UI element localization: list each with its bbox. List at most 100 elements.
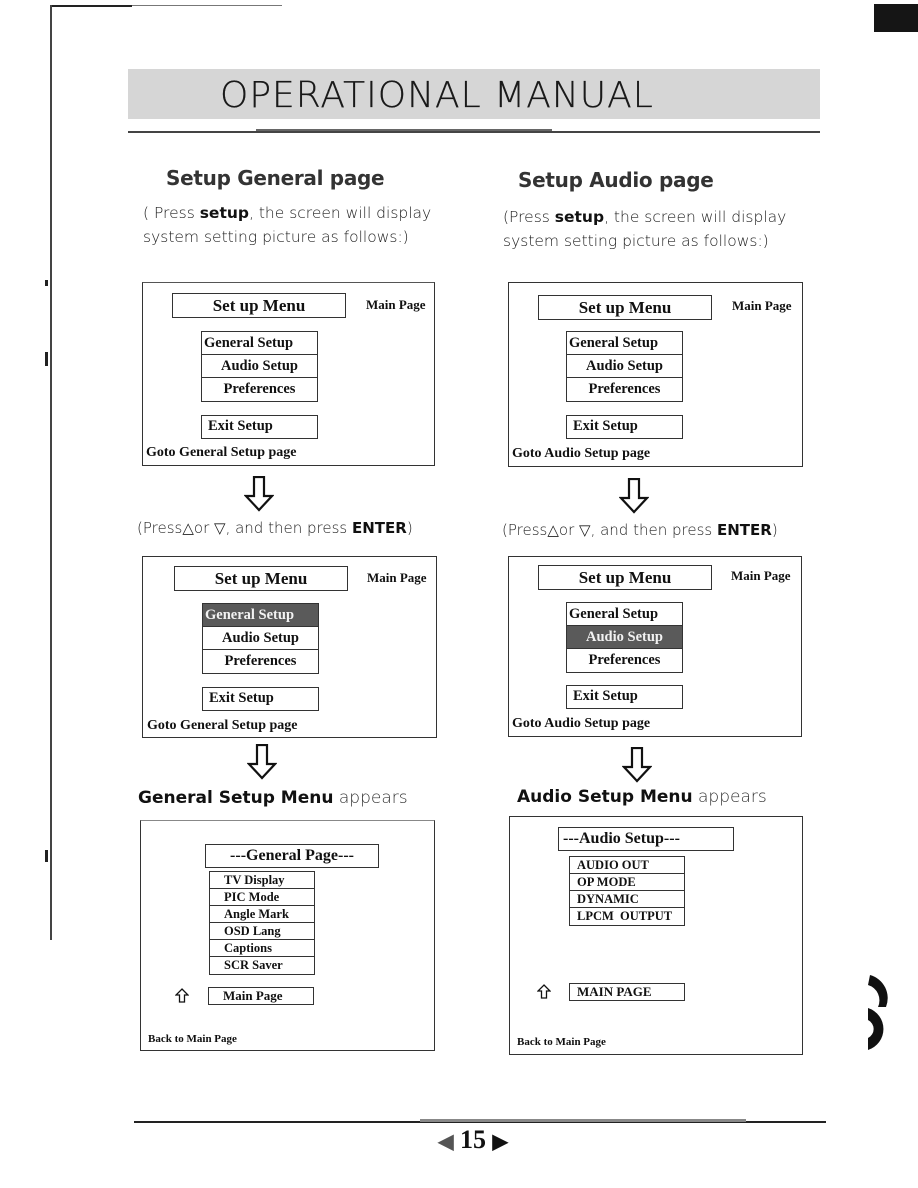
goto-status-label: Goto General Setup page — [146, 445, 297, 460]
main-page-button[interactable]: MAIN PAGE — [569, 983, 685, 1001]
main-page-label: Main Page — [366, 297, 426, 312]
up-arrow-icon — [175, 988, 189, 1003]
setup-menu-title: Set up Menu — [538, 565, 712, 590]
binding-mark — [45, 850, 48, 862]
main-page-label: Main Page — [732, 298, 792, 313]
audio-item-audio-out[interactable]: AUDIO OUT — [570, 857, 684, 874]
up-triangle-icon: △ — [182, 519, 194, 537]
audio-item-lpcm-output[interactable]: LPCM OUTPUT — [570, 908, 684, 925]
main-page-label: Main Page — [367, 570, 427, 585]
audio-item-op-mode[interactable]: OP MODE — [570, 874, 684, 891]
down-triangle-icon: ▽ — [214, 519, 226, 537]
main-page-button[interactable]: Main Page — [208, 987, 314, 1005]
desc-line2: system setting picture as follows:) — [143, 228, 409, 246]
menu-item-audio-setup-selected[interactable]: Audio Setup — [567, 626, 682, 649]
menu-item-preferences[interactable]: Preferences — [203, 650, 318, 673]
general-item-scr-saver[interactable]: SCR Saver — [210, 957, 314, 974]
menu-item-general-setup[interactable]: General Setup — [567, 332, 682, 355]
down-arrow-icon — [619, 478, 649, 514]
appears-word: appears — [692, 787, 767, 807]
prev-page-icon[interactable]: ◀ — [438, 1131, 453, 1153]
left-section-description: ( Press setup, the screen will display s… — [143, 201, 463, 249]
press-close: ) — [771, 521, 778, 539]
main-page-label: Main Page — [731, 568, 791, 583]
press-or: or — [558, 521, 580, 539]
down-arrow-icon — [247, 744, 277, 780]
menu-item-audio-setup[interactable]: Audio Setup — [567, 355, 682, 378]
menu-item-preferences[interactable]: Preferences — [202, 378, 317, 401]
header-rule — [128, 131, 820, 133]
general-item-captions[interactable]: Captions — [210, 940, 314, 957]
setup-menu-list: General Setup Audio Setup Preferences — [202, 603, 319, 674]
goto-status-label: Goto Audio Setup page — [512, 446, 651, 461]
appears-word: appears — [333, 788, 408, 808]
exit-setup-button[interactable]: Exit Setup — [566, 415, 683, 439]
setup-menu-title: Set up Menu — [174, 566, 348, 591]
general-item-angle-mark[interactable]: Angle Mark — [210, 906, 314, 923]
down-triangle-icon: ▽ — [579, 521, 591, 539]
main-page-button-label: MAIN PAGE — [577, 984, 652, 999]
press-close: ) — [406, 519, 413, 537]
up-arrow-icon — [537, 984, 551, 999]
exit-setup-button[interactable]: Exit Setup — [566, 685, 683, 709]
appears-menu-name: General Setup Menu — [138, 788, 334, 808]
page-title: OPERATIONAL MANUAL — [220, 75, 654, 116]
left-osd-screen-1: Set up Menu Main Page General Setup Audi… — [142, 282, 435, 466]
right-appears-caption: Audio Setup Menu appears — [517, 787, 767, 807]
menu-item-preferences[interactable]: Preferences — [567, 649, 682, 672]
audio-item-dynamic[interactable]: DYNAMIC — [570, 891, 684, 908]
back-to-main-label: Back to Main Page — [148, 1033, 237, 1045]
setup-menu-list: General Setup Audio Setup Preferences — [566, 331, 683, 402]
right-osd-screen-3: ---Audio Setup--- AUDIO OUT OP MODE DYNA… — [509, 816, 803, 1055]
audio-setup-title: ---Audio Setup--- — [558, 827, 734, 851]
general-item-pic-mode[interactable]: PIC Mode — [210, 889, 314, 906]
desc-prefix: (Press — [503, 208, 555, 226]
down-arrow-icon — [244, 476, 274, 512]
right-press-instruction: (Press△or ▽, and then press ENTER) — [502, 521, 778, 539]
edge-section-mark — [868, 1008, 884, 1050]
up-triangle-icon: △ — [547, 521, 559, 539]
enter-key-label: ENTER — [716, 521, 772, 539]
goto-status-label: Goto Audio Setup page — [512, 716, 651, 731]
down-arrow-icon — [622, 747, 652, 783]
general-page-list: TV Display PIC Mode Angle Mark OSD Lang … — [209, 871, 315, 975]
press-mid: , and then press — [590, 521, 717, 539]
menu-item-general-setup[interactable]: General Setup — [202, 332, 317, 355]
desc-key: setup — [199, 204, 249, 222]
right-section-title: Setup Audio page — [518, 168, 714, 192]
binding-mark — [45, 280, 48, 286]
menu-item-preferences[interactable]: Preferences — [567, 378, 682, 401]
desc-key: setup — [554, 208, 605, 226]
page-number-value: 15 — [460, 1125, 486, 1154]
next-page-icon[interactable]: ▶ — [493, 1131, 508, 1153]
exit-setup-button[interactable]: Exit Setup — [201, 415, 318, 439]
binding-mark — [45, 352, 48, 366]
menu-item-general-setup[interactable]: General Setup — [567, 603, 682, 626]
left-osd-screen-2: Set up Menu Main Page General Setup Audi… — [142, 556, 437, 738]
page-frame-top-line-dark — [50, 5, 132, 7]
footer-rule-accent — [420, 1119, 746, 1122]
desc-suffix: , the screen will display — [604, 208, 787, 226]
page-frame-left-line — [50, 5, 52, 940]
exit-setup-button[interactable]: Exit Setup — [202, 687, 319, 711]
menu-item-audio-setup[interactable]: Audio Setup — [203, 627, 318, 650]
enter-key-label: ENTER — [351, 519, 407, 537]
right-section-description: (Press setup, the screen will display sy… — [503, 205, 823, 253]
general-item-tv-display[interactable]: TV Display — [210, 872, 314, 889]
menu-item-general-setup-selected[interactable]: General Setup — [203, 604, 318, 627]
setup-menu-title: Set up Menu — [538, 295, 712, 320]
desc-prefix: ( Press — [143, 204, 200, 222]
press-prefix: (Press — [137, 519, 183, 537]
back-to-main-label: Back to Main Page — [517, 1036, 606, 1048]
header-rule-accent — [256, 129, 552, 131]
setup-menu-list: General Setup Audio Setup Preferences — [566, 602, 683, 673]
menu-item-audio-setup[interactable]: Audio Setup — [202, 355, 317, 378]
general-item-osd-lang[interactable]: OSD Lang — [210, 923, 314, 940]
press-mid: , and then press — [225, 519, 352, 537]
left-appears-caption: General Setup Menu appears — [138, 788, 408, 808]
press-prefix: (Press — [502, 521, 548, 539]
section-tab-marker — [874, 4, 918, 32]
appears-menu-name: Audio Setup Menu — [517, 787, 693, 807]
setup-menu-title: Set up Menu — [172, 293, 346, 318]
left-osd-screen-3: ---General Page--- TV Display PIC Mode A… — [140, 820, 435, 1051]
